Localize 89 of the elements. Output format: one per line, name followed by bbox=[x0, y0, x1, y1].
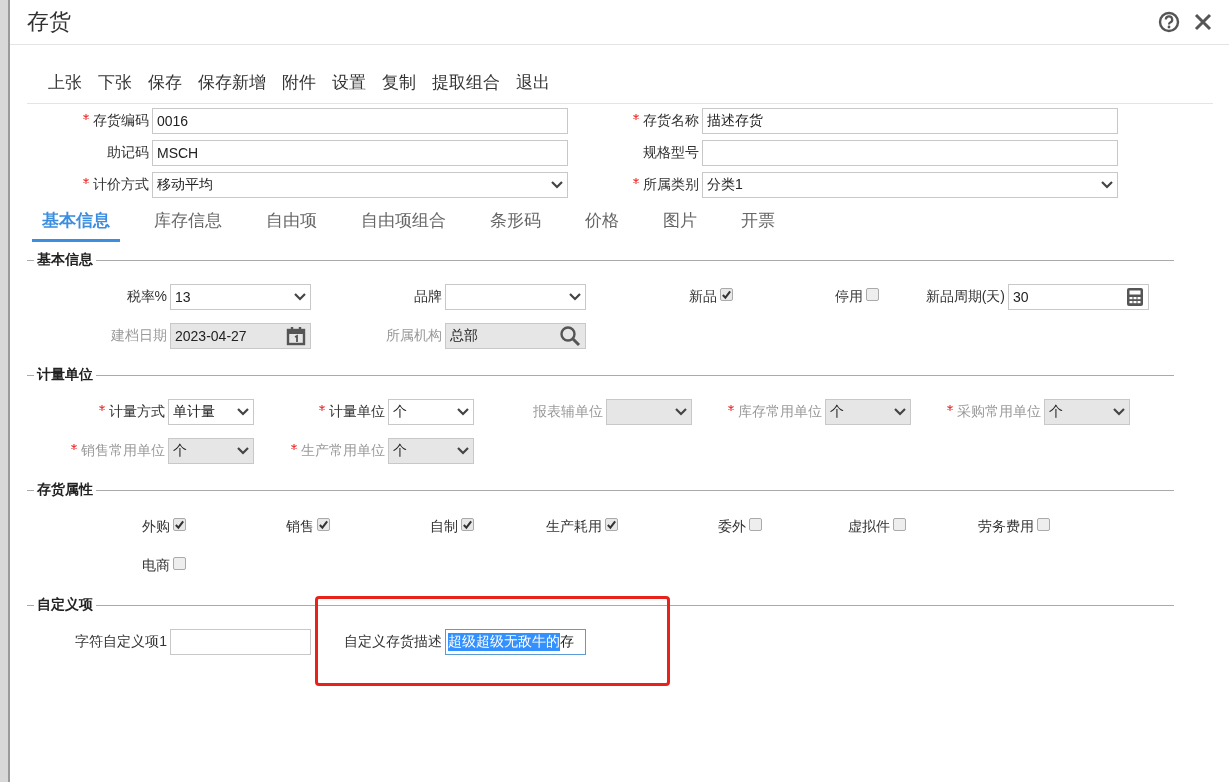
field-label: 委外 bbox=[718, 518, 746, 536]
calendar-icon[interactable] bbox=[286, 326, 306, 346]
field-label: 助记码 bbox=[107, 144, 149, 162]
tab[interactable]: 价格 bbox=[575, 203, 629, 242]
checkbox[interactable] bbox=[173, 517, 186, 531]
checkbox[interactable] bbox=[720, 287, 733, 301]
toolbar-button[interactable]: 提取组合 bbox=[432, 69, 508, 95]
field-label: 计价方式 bbox=[93, 176, 149, 194]
tab[interactable]: 库存信息 bbox=[144, 203, 232, 242]
dropdown[interactable]: 13 bbox=[170, 284, 311, 310]
chevron-down-icon bbox=[551, 181, 563, 189]
text-field[interactable] bbox=[170, 629, 311, 655]
toolbar-button[interactable]: 退出 bbox=[516, 69, 558, 95]
chevron-down-icon bbox=[569, 293, 581, 301]
field-label: 生产常用单位 bbox=[301, 442, 385, 460]
toolbar-button[interactable]: 设置 bbox=[332, 69, 374, 95]
chevron-down-icon bbox=[457, 447, 469, 455]
checkbox[interactable] bbox=[893, 517, 906, 531]
field-label: 计量方式 bbox=[109, 403, 165, 421]
field-label: 自制 bbox=[430, 518, 458, 536]
section-title: 存货属性 bbox=[37, 481, 93, 499]
toolbar-button[interactable]: 保存新增 bbox=[198, 69, 274, 95]
toolbar-button[interactable]: 附件 bbox=[282, 69, 324, 95]
checkbox[interactable] bbox=[461, 517, 474, 531]
field-label: 规格型号 bbox=[643, 144, 699, 162]
checkbox[interactable] bbox=[173, 556, 186, 570]
checkbox[interactable] bbox=[1037, 517, 1050, 531]
checkbox[interactable] bbox=[317, 517, 330, 531]
tab[interactable]: 自由项组合 bbox=[351, 203, 456, 242]
search-icon[interactable] bbox=[559, 325, 581, 347]
field-label: 计量单位 bbox=[329, 403, 385, 421]
field-label: 字符自定义项1 bbox=[75, 633, 167, 651]
field-label: 新品周期(天) bbox=[925, 288, 1005, 306]
field-label: 采购常用单位 bbox=[957, 403, 1041, 421]
field-label: 自定义存货描述 bbox=[344, 633, 442, 651]
chevron-down-icon bbox=[1101, 181, 1113, 189]
number-field[interactable]: 30 bbox=[1008, 284, 1149, 310]
field-label: 劳务费用 bbox=[978, 518, 1034, 536]
field-label: 虚拟件 bbox=[848, 518, 890, 536]
calculator-icon[interactable] bbox=[1126, 287, 1144, 307]
field-label: 存货编码 bbox=[93, 112, 149, 130]
tab[interactable]: 图片 bbox=[653, 203, 707, 242]
chevron-down-icon bbox=[237, 447, 249, 455]
field-label: 生产耗用 bbox=[546, 518, 602, 536]
tab[interactable]: 开票 bbox=[731, 203, 785, 242]
toolbar-button[interactable]: 保存 bbox=[148, 69, 190, 95]
text-field[interactable] bbox=[702, 140, 1118, 166]
field-label: 存货名称 bbox=[643, 112, 699, 130]
field-label: 品牌 bbox=[414, 288, 442, 306]
section-title: 基本信息 bbox=[37, 251, 93, 269]
section-title: 计量单位 bbox=[37, 366, 93, 384]
text-field[interactable]: 0016 bbox=[152, 108, 568, 134]
chevron-down-icon bbox=[1113, 408, 1125, 416]
dropdown[interactable]: 移动平均 bbox=[152, 172, 568, 198]
field-label: 销售常用单位 bbox=[81, 442, 165, 460]
text-field[interactable]: 超级超级无敌牛的存 bbox=[445, 629, 586, 655]
text-field[interactable]: 描述存货 bbox=[702, 108, 1118, 134]
chevron-down-icon bbox=[894, 408, 906, 416]
text-field[interactable]: MSCH bbox=[152, 140, 568, 166]
field-label: 销售 bbox=[286, 518, 314, 536]
help-icon[interactable] bbox=[1158, 11, 1180, 33]
chevron-down-icon bbox=[457, 408, 469, 416]
tab[interactable]: 自由项 bbox=[256, 203, 327, 242]
tab[interactable]: 条形码 bbox=[480, 203, 551, 242]
field-label: 停用 bbox=[835, 288, 863, 306]
chevron-down-icon bbox=[237, 408, 249, 416]
chevron-down-icon bbox=[294, 293, 306, 301]
field-label: 所属机构 bbox=[386, 327, 442, 345]
field-label: 外购 bbox=[142, 518, 170, 536]
field-label: 所属类别 bbox=[643, 176, 699, 194]
chevron-down-icon bbox=[675, 408, 687, 416]
field-label: 税率% bbox=[126, 288, 167, 306]
toolbar-button[interactable]: 下张 bbox=[98, 69, 140, 95]
toolbar-button[interactable]: 上张 bbox=[48, 69, 90, 95]
field-label: 建档日期 bbox=[111, 327, 167, 345]
field-label: 库存常用单位 bbox=[738, 403, 822, 421]
field-label: 报表辅单位 bbox=[533, 403, 603, 421]
dialog-title: 存货 bbox=[27, 8, 72, 36]
field-label: 新品 bbox=[689, 288, 717, 306]
close-icon[interactable] bbox=[1193, 12, 1213, 32]
checkbox[interactable] bbox=[605, 517, 618, 531]
dropdown[interactable]: 分类1 bbox=[702, 172, 1118, 198]
field-label: 电商 bbox=[142, 557, 170, 575]
checkbox[interactable] bbox=[749, 517, 762, 531]
dropdown[interactable]: 个 bbox=[388, 399, 474, 425]
toolbar-button[interactable]: 复制 bbox=[382, 69, 424, 95]
checkbox[interactable] bbox=[866, 287, 879, 301]
section-title: 自定义项 bbox=[37, 596, 93, 614]
dropdown[interactable]: 单计量 bbox=[168, 399, 254, 425]
